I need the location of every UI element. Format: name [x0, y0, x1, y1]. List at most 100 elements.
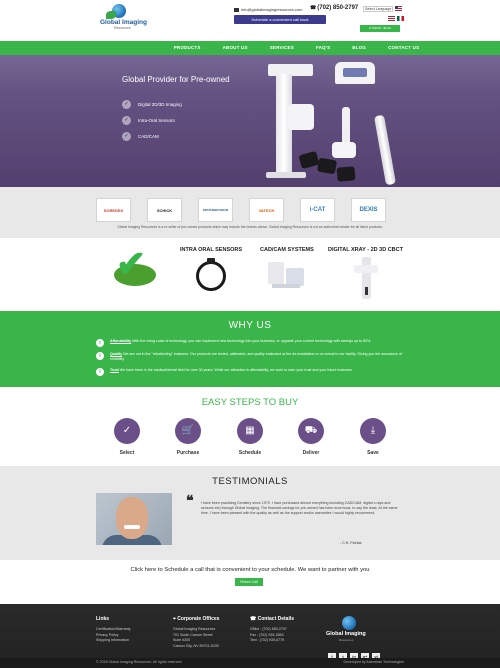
check-icon: ✓	[122, 115, 131, 125]
intraoral-camera-image	[373, 114, 397, 186]
footer-offices: ⌖ Corporate Offices Global Imaging Resou…	[173, 616, 219, 649]
step-select[interactable]: ✓ Select	[107, 418, 147, 456]
testimonial-photo	[96, 493, 172, 545]
phone-icon: ☎	[250, 616, 258, 622]
why-us-term: Quality	[110, 352, 123, 356]
footer-contact: ☎ Contact Details Office : (702) 850-279…	[250, 616, 294, 644]
email-text: info@globalimagingresources.com	[241, 7, 303, 12]
check-icon: ✓	[122, 99, 131, 109]
why-us-text: With the rising costs of technology, you…	[131, 339, 372, 343]
leaf-icon	[106, 11, 116, 19]
brand-name: INSTRUMENTARIUM	[202, 208, 229, 212]
office-line: Carson City, NV 89701-5239	[173, 643, 219, 648]
step-label: Purchase	[176, 450, 200, 456]
truck-icon: ⛟	[298, 418, 324, 444]
callback-cta: Click here to Schedule a call that is co…	[0, 560, 500, 604]
nav-products[interactable]: PRODUCTS	[174, 41, 212, 55]
step-label: Select	[119, 450, 135, 456]
footer-logo-subtext: Resources	[339, 638, 354, 642]
footer-logo[interactable]: Global Imaging Resources	[326, 616, 376, 644]
contact-title-text: Contact Details	[257, 616, 295, 622]
language-select[interactable]: Select Language	[363, 6, 393, 12]
footer-link-warranty[interactable]: Certification/Warranty	[96, 627, 130, 633]
brand-logo-instrumentarium[interactable]: INSTRUMENTARIUM	[198, 198, 233, 222]
logo-text: Global Imaging	[100, 19, 147, 26]
step-purchase[interactable]: 🛒 Purchase	[168, 418, 208, 456]
step-label: Schedule	[238, 450, 262, 456]
nav-about-us[interactable]: ABOUT US	[212, 41, 259, 55]
brand-logo-row: SOREDEX SCHICK INSTRUMENTARIUM VATECH i-…	[96, 198, 386, 222]
nav-services[interactable]: SERVICES	[259, 41, 305, 55]
site-header: Global Imaging Resources info@globalimag…	[0, 0, 500, 41]
hero-feature: ✓ CAD/CAM	[122, 128, 182, 144]
step-save[interactable]: ⤓ Save	[353, 418, 393, 456]
hero-feature-label: Intra-Oral Sensors	[138, 117, 175, 123]
email-link[interactable]: info@globalimagingresources.com	[234, 7, 302, 12]
step-deliver[interactable]: ⛟ Deliver	[291, 418, 331, 456]
sensor-cable-image[interactable]	[196, 258, 226, 291]
step-label: Deliver	[302, 450, 320, 456]
steps-title: EASY STEPS TO BUY	[201, 397, 299, 408]
cta-text[interactable]: Click here to Schedule a call that is co…	[0, 567, 500, 573]
developer-credit[interactable]: Developed by Alamekak Technologies	[344, 660, 404, 664]
why-us-term: Trust	[110, 368, 119, 372]
copyright-bar: © 2018 Global Imaging Resources. All rig…	[0, 658, 500, 668]
globe-icon	[342, 616, 356, 630]
testimonial-text: I have been practicing Dentistry since 1…	[201, 501, 398, 516]
nav-contact-us[interactable]: CONTACT US	[377, 41, 430, 55]
brand-logo-schick[interactable]: SCHICK	[147, 198, 182, 222]
schedule-callback-button[interactable]: Schedule a convenient call back	[234, 15, 326, 24]
approval-check-icon: ✔	[112, 246, 156, 290]
quote-icon: ❝	[186, 493, 194, 509]
check-icon: ✓	[114, 418, 140, 444]
hero-feature-label: CAD/CAM	[138, 133, 159, 139]
cadcam-system-image[interactable]	[268, 260, 304, 294]
us-flag-icon[interactable]	[395, 6, 402, 11]
brand-name: i-CAT	[309, 207, 326, 213]
easy-steps-section: EASY STEPS TO BUY ✓ Select 🛒 Purchase ▦ Sch…	[0, 387, 500, 466]
step-schedule[interactable]: ▦ Schedule	[230, 418, 270, 456]
calendar-icon: ▦	[237, 418, 263, 444]
cart-icon: 🛒	[175, 418, 201, 444]
nav-faqs[interactable]: FAQ'S	[305, 41, 341, 55]
check-icon: ✓	[122, 131, 131, 141]
cart-button[interactable]: 0 ITEMS - $0.00	[360, 25, 400, 32]
phone-link[interactable]: ☎(702) 850-2797	[310, 5, 358, 11]
category-digital-xray[interactable]: DIGITAL XRAY - 2D 3D CBCT	[328, 247, 403, 253]
brand-logo-soredex[interactable]: SOREDEX	[96, 198, 131, 222]
cadcam-scanner-image	[335, 62, 375, 84]
footer-link-shipping[interactable]: Shipping Information	[96, 638, 130, 644]
envelope-icon	[234, 7, 239, 12]
nav-blog[interactable]: BLOG	[341, 41, 377, 55]
phone-number: (702) 850-2797	[317, 5, 359, 11]
info-icon: i	[96, 339, 104, 347]
us-flag-icon-small[interactable]	[388, 16, 395, 21]
main-nav: PRODUCTS ABOUT US SERVICES FAQ'S BLOG CO…	[0, 41, 500, 55]
category-cadcam-systems[interactable]: CAD/CAM SYSTEMS	[260, 247, 314, 253]
brand-logos-section: SOREDEX SCHICK INSTRUMENTARIUM VATECH i-…	[0, 187, 500, 238]
brand-logo-dexis[interactable]: DEXIS	[351, 198, 386, 222]
phone-icon: ☎	[310, 5, 317, 11]
footer-offices-title: ⌖ Corporate Offices	[173, 616, 219, 622]
return-call-button[interactable]: Return Call	[235, 578, 263, 586]
footer-logo-text: Global Imaging	[326, 631, 366, 637]
brand-name: VATECH	[258, 207, 275, 213]
testimonial-author: - C.H. Florida	[340, 541, 362, 545]
brand-name: SCHICK	[156, 207, 173, 213]
info-icon: i	[96, 352, 104, 360]
why-us-title: WHY US	[228, 320, 272, 331]
site-logo[interactable]: Global Imaging Resources	[100, 3, 160, 33]
contact-text[interactable]: Text : (702) 939-6779	[250, 638, 294, 644]
logo-subtext: Resources	[114, 26, 131, 30]
mexico-flag-icon[interactable]	[397, 16, 404, 21]
brand-logo-vatech[interactable]: VATECH	[249, 198, 284, 222]
cbct-xray-image[interactable]	[354, 257, 378, 301]
category-intraoral-sensors[interactable]: INTRA ORAL SENSORS	[180, 247, 242, 253]
hero-feature-list: ✓ Digital 2D/3D Imaging ✓ Intra-Oral Senso…	[122, 96, 182, 144]
brand-logo-icat[interactable]: i-CAT	[300, 198, 335, 222]
why-us-item: i Quality We are not in the "refurbishing…	[96, 352, 406, 362]
why-us-item: i Affordability With the rising costs of …	[96, 339, 406, 347]
testimonials-section: TESTIMONIALS ❝ I have been practicing De…	[0, 466, 500, 560]
hero-banner: Global Provider for Pre-owned ✓ Digital 2…	[0, 55, 500, 187]
brand-name: DEXIS	[359, 207, 378, 213]
